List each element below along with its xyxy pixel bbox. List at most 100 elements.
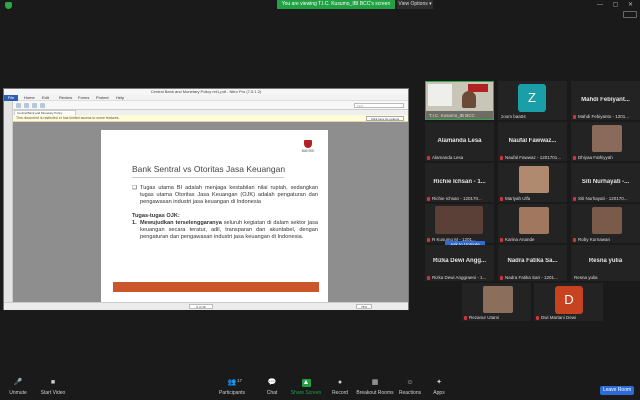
bullet-item: ❑ Tugas utama BI adalah menjaga kestabil… (132, 185, 318, 206)
reactions-icon: ☺ (406, 379, 414, 386)
ribbon-tool-icon[interactable] (32, 103, 37, 108)
participant-display-name: Mahdi Febiyant... (581, 97, 630, 103)
pages-sidebar[interactable] (4, 101, 13, 309)
participant-photo (519, 207, 549, 234)
unmute-button[interactable]: 🎤 Unmute (6, 379, 30, 396)
chat-button[interactable]: 💬 Chat (262, 379, 282, 396)
mic-muted-icon (500, 156, 503, 160)
window-controls[interactable]: — ▢ ✕ (597, 1, 637, 8)
mic-muted-icon (573, 156, 576, 160)
participant-name: Roby Kurnawan (578, 237, 611, 242)
participant-tile[interactable]: D Dwi Martani Dewi (534, 283, 603, 321)
share-screen-icon: ▲ (301, 379, 311, 387)
top-bar: You are viewing T.I.C. Kusumo_IBI BCC's … (0, 0, 640, 10)
record-button[interactable]: ● Record (328, 379, 352, 396)
participant-name: Alamanda Lesa (432, 155, 464, 160)
participant-display-name: Alamanda Lesa (437, 138, 482, 144)
participant-photo (592, 125, 622, 152)
avatar: Z (518, 84, 546, 112)
record-icon: ● (337, 379, 343, 386)
participant-tile[interactable]: Roby Kurnawan (571, 204, 640, 243)
participants-button[interactable]: 👥 17 Participants (218, 378, 246, 396)
meeting-toolbar: 🎤 Unmute ■ Start Video 👥 17 Participants… (0, 375, 640, 400)
participant-tile[interactable]: Dhiyaa Fathiyyah (571, 122, 640, 161)
restriction-notice-text: This document is restricted or has limit… (16, 116, 120, 120)
title-divider (132, 177, 284, 178)
slide-footer-bar (113, 282, 319, 292)
participant-tile[interactable]: Siti Nurhayati -... Siti Nurhayati - 120… (571, 163, 640, 202)
participant-display-name: Siti Nurhayati -... (581, 179, 630, 185)
share-screen-button[interactable]: ▲ Share Screen (290, 379, 322, 396)
microphone-muted-icon: 🎤 (13, 379, 23, 386)
participant-display-name: Rizka Dewi Angg... (432, 258, 487, 264)
participant-name: zoom baa04 (501, 114, 526, 119)
mic-muted-icon (464, 316, 467, 320)
numbered-item-text: Mewujudkan terselenggaranya seluruh kegi… (140, 220, 318, 241)
logo-text: BAKRIE (301, 149, 315, 153)
participant-tile[interactable]: Nadra Fatika Sa... Nadra Fatika Sari - 1… (498, 245, 567, 281)
slide-body: ❑ Tugas utama BI adalah menjaga kestabil… (132, 185, 318, 241)
numbered-item: 1. Mewujudkan terselenggaranya seluruh k… (132, 220, 318, 241)
participant-tile[interactable]: R Kusumo M - 1201... (425, 204, 494, 243)
mic-muted-icon (573, 115, 576, 119)
viewing-screen-banner: You are viewing T.I.C. Kusumo_IBI BCC's … (277, 0, 395, 9)
participant-name: Dwi Martani Dewi (541, 315, 577, 320)
participant-name: Naufal Fawwaz - 1201701... (505, 155, 562, 160)
mic-muted-icon (573, 238, 576, 242)
participant-tile[interactable]: Resna yulia Resna yulia (571, 245, 640, 281)
participants-count: 17 (237, 378, 243, 383)
participant-name: Siti Nurhayati - 120170... (578, 196, 628, 201)
zoom-level[interactable]: 75% (356, 304, 372, 309)
participant-tile-speaker[interactable]: T.I.C. Kusumo_IB BCC (425, 81, 494, 120)
ribbon-tool-icon[interactable] (24, 103, 29, 108)
mic-muted-icon (500, 276, 503, 280)
participant-tile[interactable]: Mariyah Ulfa (498, 163, 567, 202)
breakout-rooms-icon: ▦ (371, 379, 379, 386)
reactions-button[interactable]: ☺ Reactions (398, 379, 422, 396)
video-off-icon: ■ (50, 379, 56, 386)
participant-tile[interactable]: Karina Anande (498, 204, 567, 243)
participant-name: Richie Ichsan - 120170... (432, 196, 482, 201)
mic-muted-icon (536, 316, 539, 320)
participant-tile[interactable]: Mahdi Febiyant... Mahdi Febiyanto - 1201… (571, 81, 640, 120)
fullscreen-toggle-icon[interactable] (623, 11, 637, 18)
start-video-button[interactable]: ■ Start Video (38, 379, 68, 396)
participant-tile[interactable]: Rezanur Utami (462, 283, 531, 321)
mic-muted-icon (500, 197, 503, 201)
document-viewport: BAKRIE Bank Sentral vs Otoritas Jasa Keu… (13, 122, 408, 302)
participant-photo (592, 207, 622, 234)
mic-muted-icon (427, 197, 430, 201)
participant-photo (483, 286, 513, 313)
options-button[interactable]: Click here for options (366, 116, 404, 121)
participant-name: Resna yulia (574, 275, 598, 280)
bullet-text: Tugas utama BI adalah menjaga kestabilan… (140, 185, 318, 205)
apps-button[interactable]: ✦ Apps (430, 379, 448, 396)
participant-display-name: Nadra Fatika Sa... (507, 258, 558, 264)
participant-tile[interactable]: Naufal Fawwaz... Naufal Fawwaz - 1201701… (498, 122, 567, 161)
participant-name: Mariyah Ulfa (505, 196, 531, 201)
page-indicator[interactable]: 6 of 16 (189, 304, 213, 309)
participant-tile[interactable]: Alamanda Lesa Alamanda Lesa (425, 122, 494, 161)
leave-room-button[interactable]: Leave Room (600, 386, 634, 395)
mic-muted-icon (427, 156, 430, 160)
shared-window-statusbar: 6 of 16 75% (4, 302, 408, 310)
view-options-button[interactable]: View Options ▾ (397, 0, 433, 9)
restriction-notice-bar: This document is restricted or has limit… (4, 115, 408, 122)
checkbox-bullet-icon: ❑ (132, 185, 138, 191)
item-bold-text: Mewujudkan terselenggaranya (140, 219, 222, 226)
avatar: D (555, 286, 583, 314)
participant-photo (519, 166, 549, 193)
speaker-person (462, 91, 476, 108)
security-shield-icon[interactable] (5, 2, 12, 9)
participant-tile[interactable]: Z zoom baa04 (498, 81, 567, 120)
participant-display-name: Resna yulia (588, 258, 623, 264)
participant-tile[interactable]: Richie Ichsan - 1... Richie Ichsan - 120… (425, 163, 494, 202)
mic-muted-icon (573, 197, 576, 201)
ribbon-tool-icon[interactable] (40, 103, 45, 108)
search-input[interactable]: Find (354, 103, 404, 108)
item-number: 1. (132, 219, 137, 226)
ribbon-tool-icon[interactable] (16, 103, 21, 108)
participant-name: Karina Anande (505, 237, 535, 242)
breakout-rooms-button[interactable]: ▦ Breakout Rooms (356, 379, 394, 396)
participant-tile[interactable]: Rizka Dewi Angg... Rizka Dewi Anggraeni … (425, 245, 494, 281)
